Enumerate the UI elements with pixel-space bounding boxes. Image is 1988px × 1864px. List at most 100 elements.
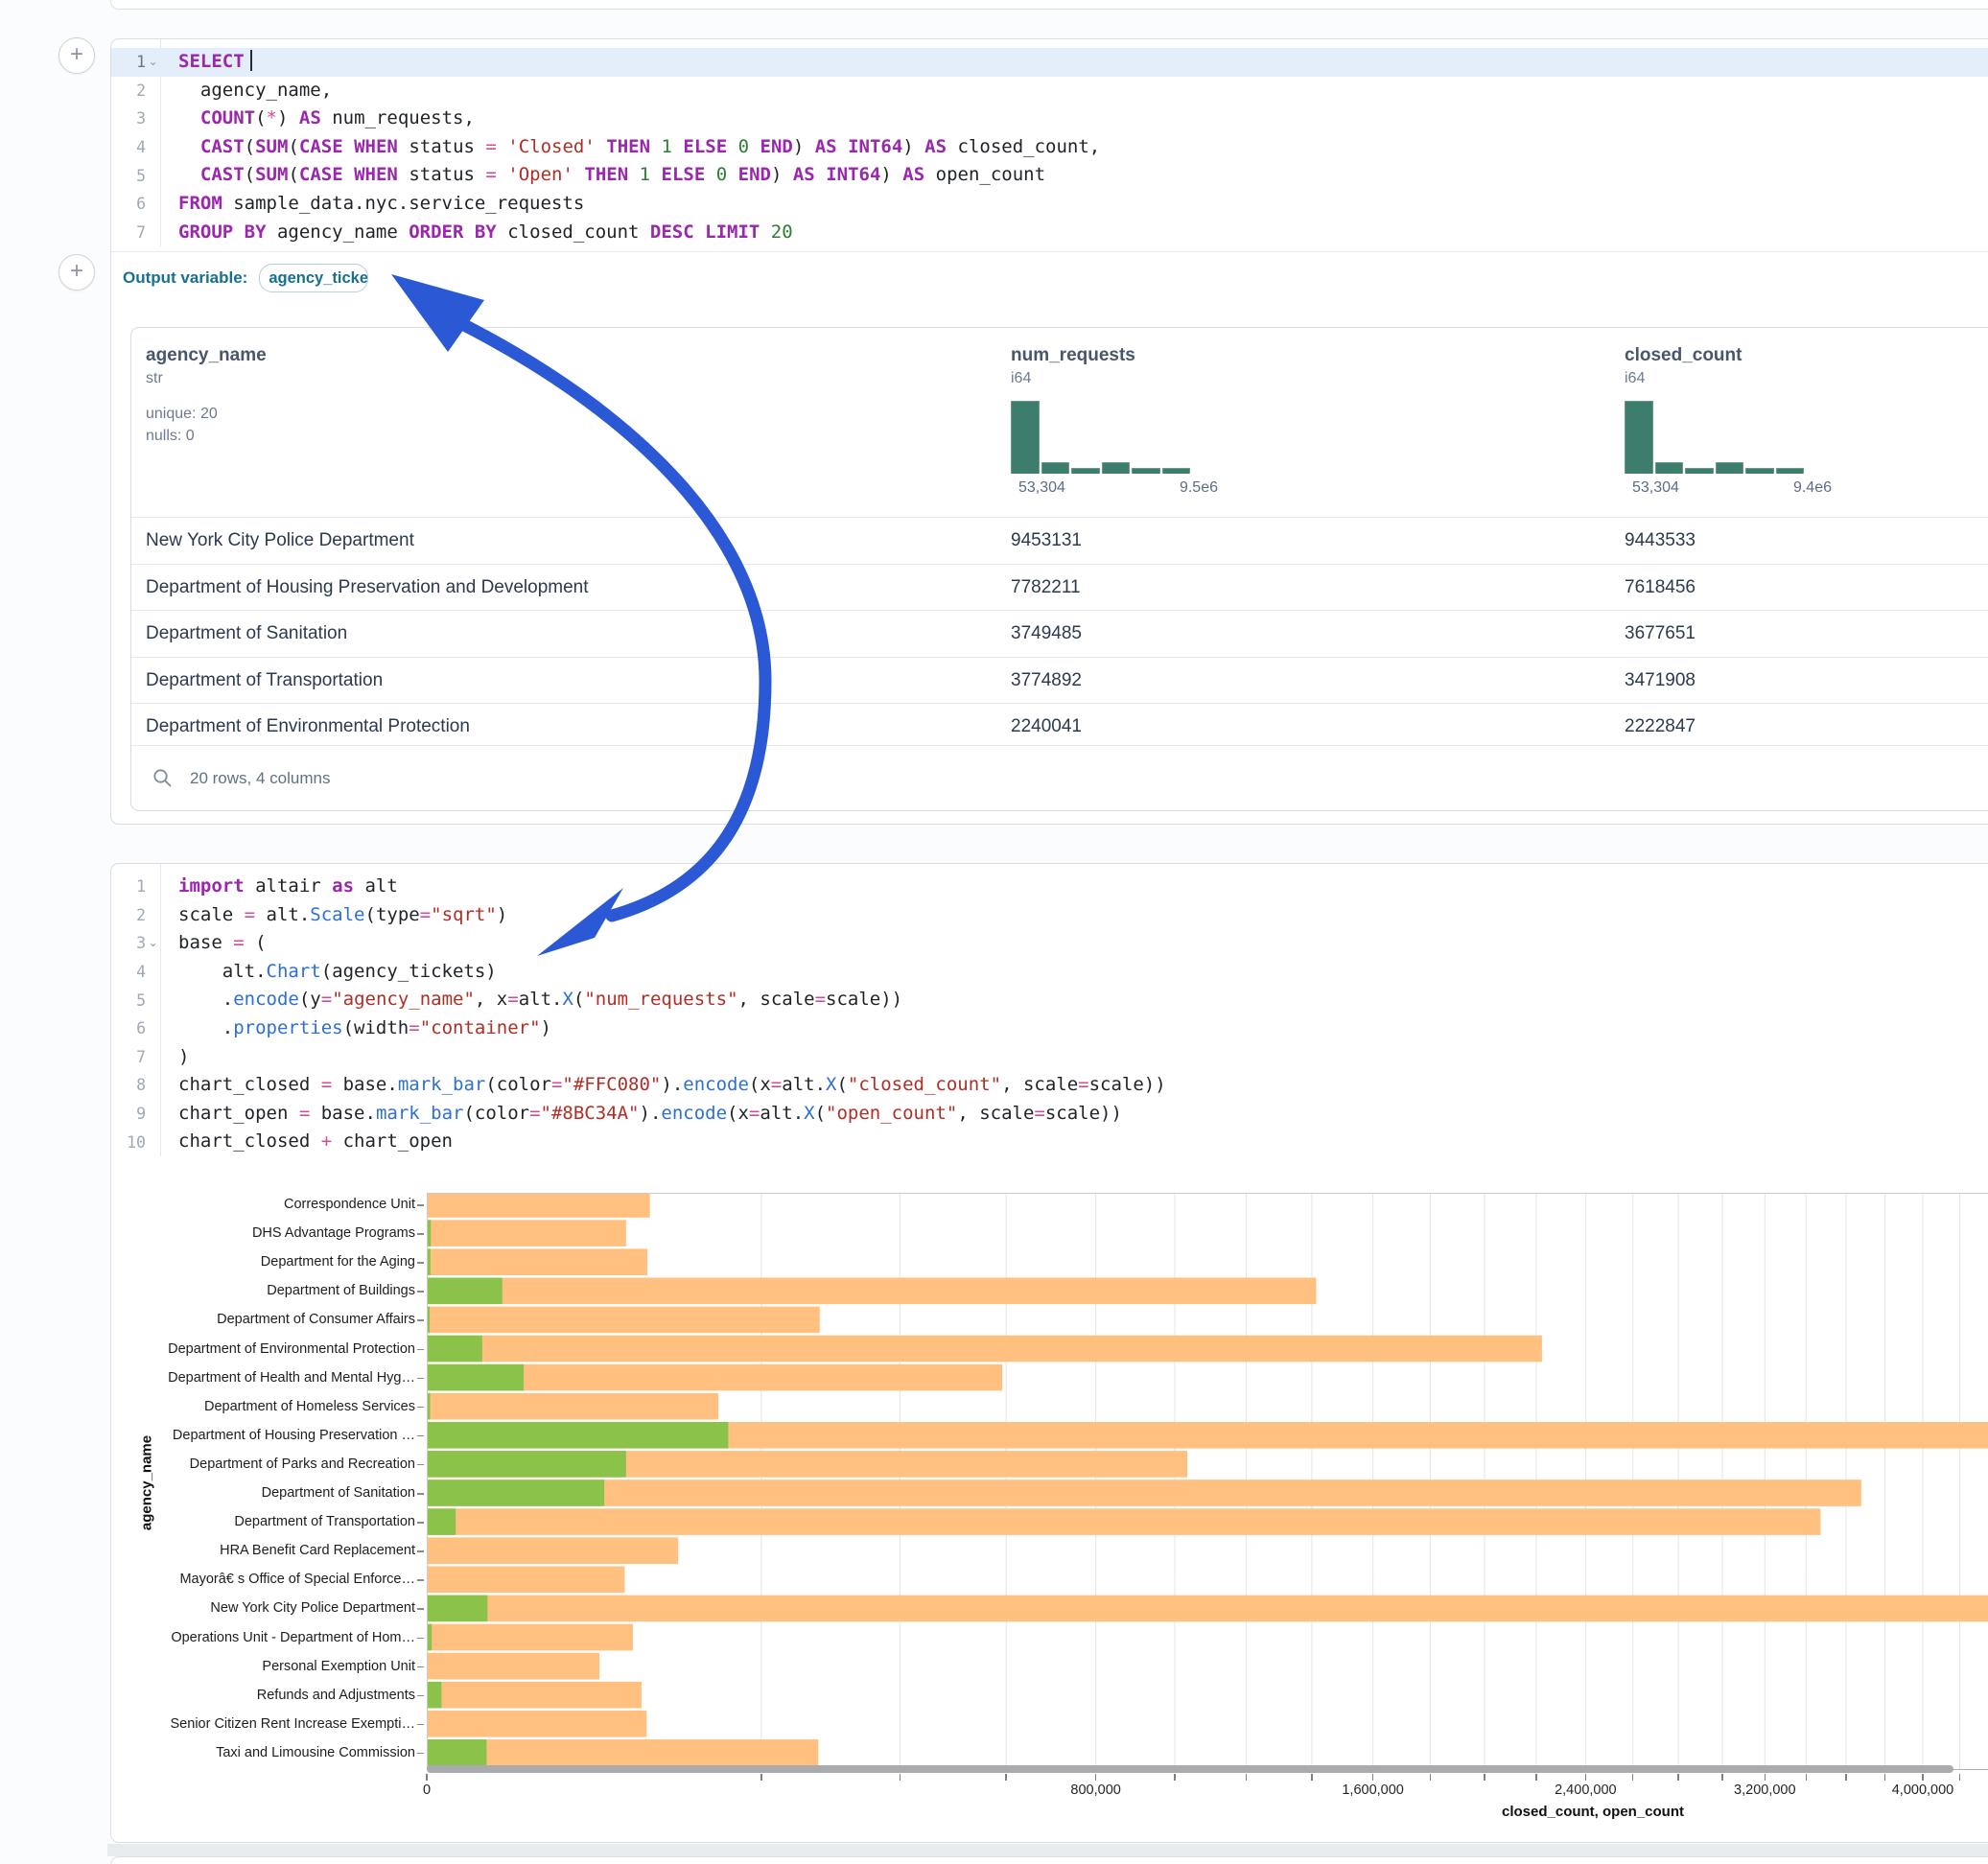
code-text: chart_open = base.mark_bar(color="#8BC34… (178, 1100, 1122, 1129)
y-axis-label: Personal Exemption Unit (111, 1658, 415, 1675)
add-cell-button-middle[interactable]: + (58, 254, 95, 291)
code-text: SELECT (178, 48, 252, 77)
closed-count-bar (427, 1682, 642, 1709)
y-axis-label: Refunds and Adjustments (111, 1687, 415, 1704)
y-axis-label: DHS Advantage Programs (111, 1224, 415, 1242)
column-type: str (146, 370, 267, 387)
y-axis-tick (417, 1522, 424, 1524)
cell-gap-band (107, 1844, 1988, 1856)
bar-chart-plot (427, 1193, 1988, 1770)
code-line[interactable]: 4 alt.Chart(agency_tickets) (111, 958, 1988, 987)
closed-count-bar (427, 1480, 1861, 1506)
open-count-bar (427, 1596, 487, 1622)
closed-count-bar (427, 1653, 599, 1680)
y-axis-tick (417, 1319, 424, 1321)
code-line[interactable]: 2 agency_name, (111, 77, 1988, 105)
x-axis-tick-label: 800,000 (1029, 1782, 1163, 1798)
table-row[interactable]: New York City Police Department945313194… (131, 517, 1988, 564)
fold-chevron-icon[interactable]: ⌄ (146, 929, 160, 958)
histogram-bar (1071, 468, 1100, 474)
code-line[interactable]: 1import altair as alt (111, 873, 1988, 901)
column-type: i64 (1011, 370, 1135, 387)
line-number: 6 (111, 195, 146, 213)
y-axis-tick (417, 1608, 424, 1610)
code-line[interactable]: 7) (111, 1043, 1988, 1072)
y-axis-tick (417, 1695, 424, 1697)
add-cell-button-top[interactable]: + (58, 37, 95, 74)
output-variable-row: Output variable: agency_tickets (123, 252, 368, 303)
y-axis-tick (417, 1204, 424, 1206)
code-line[interactable]: 2 scale = alt.Scale(type="sqrt") (111, 901, 1988, 930)
x-axis-tick (1845, 1774, 1846, 1781)
table-cell: 3677651 (1625, 611, 1696, 657)
x-axis-tick (1430, 1774, 1431, 1781)
code-line[interactable]: 7GROUP BY agency_name ORDER BY closed_co… (111, 219, 1988, 247)
code-line[interactable]: 6 .properties(width="container") (111, 1014, 1988, 1043)
chart-horizontal-scrollbar[interactable] (427, 1765, 1953, 1773)
table-footer: 20 rows, 4 columns (131, 745, 1988, 810)
y-axis-label: HRA Benefit Card Replacement (111, 1542, 415, 1559)
y-axis-label: Senior Citizen Rent Increase Exempti… (111, 1715, 415, 1733)
line-number: 7 (111, 223, 146, 242)
histogram-bar (1011, 401, 1040, 474)
table-row[interactable]: Department of Transportation377489234719… (131, 657, 1988, 704)
code-line[interactable]: 5 .encode(y="agency_name", x=alt.X("num_… (111, 986, 1988, 1014)
table-cell: 7618456 (1625, 565, 1696, 611)
column-type: i64 (1625, 370, 1742, 387)
y-axis-tick (417, 1638, 424, 1640)
code-text: scale = alt.Scale(type="sqrt") (178, 901, 507, 930)
y-axis-label: Mayorâ€ s Office of Special Enforce… (111, 1571, 415, 1588)
y-axis-tick (417, 1378, 424, 1380)
open-count-bar (427, 1480, 604, 1506)
python-code-editor[interactable]: 1import altair as alt 2 scale = alt.Scale(… (111, 864, 1988, 1156)
code-line[interactable]: 3 COUNT(*) AS num_requests, (111, 105, 1988, 133)
column-header-num-requests[interactable]: num_requests i64 (1011, 345, 1135, 387)
y-axis-label: Operations Unit - Department of Hom… (111, 1629, 415, 1646)
sql-code-editor[interactable]: 1⌄SELECT2 agency_name,3 COUNT(*) AS num_… (111, 39, 1988, 246)
histogram-bar (1685, 468, 1714, 474)
code-line[interactable]: 6FROM sample_data.nyc.service_requests (111, 190, 1988, 219)
histogram-bar (1162, 468, 1191, 474)
code-line[interactable]: 1⌄SELECT (111, 48, 1988, 77)
code-line[interactable]: 4 CAST(SUM(CASE WHEN status = 'Closed' T… (111, 133, 1988, 162)
code-line[interactable]: 10chart_closed + chart_open (111, 1128, 1988, 1156)
table-cell: 3774892 (1011, 658, 1082, 704)
x-axis-tick (1005, 1774, 1006, 1781)
x-axis-tick-label: 2,400,000 (1518, 1782, 1652, 1798)
column-header-closed-count[interactable]: closed_count i64 (1625, 345, 1742, 387)
table-cell: 2240041 (1011, 704, 1082, 750)
search-icon[interactable] (152, 768, 173, 788)
histogram-range-labels: 53,304 9.5e6 (1018, 479, 1218, 497)
x-axis-tick (1721, 1774, 1722, 1781)
table-cell: 9443533 (1625, 518, 1696, 564)
fold-chevron-icon[interactable]: ⌄ (146, 48, 160, 77)
y-axis-label: Department of Transportation (111, 1513, 415, 1530)
code-text: import altair as alt (178, 873, 398, 901)
y-axis-label: Department of Parks and Recreation (111, 1456, 415, 1473)
table-row[interactable]: Department of Housing Preservation and D… (131, 564, 1988, 611)
line-number: 2 (111, 906, 146, 924)
output-variable-pill[interactable]: agency_tickets (259, 264, 368, 292)
table-cell: 2222847 (1625, 704, 1696, 750)
code-line[interactable]: 8chart_closed = base.mark_bar(color="#FF… (111, 1071, 1988, 1100)
line-number: 8 (111, 1076, 146, 1094)
table-row[interactable]: Department of Environmental Protection22… (131, 703, 1988, 750)
column-header-agency-name[interactable]: agency_name str (146, 345, 267, 387)
code-text: .encode(y="agency_name", x=alt.X("num_re… (178, 986, 902, 1014)
code-line[interactable]: 3⌄base = ( (111, 929, 1988, 958)
line-number: 4 (111, 138, 146, 156)
line-number: 5 (111, 167, 146, 185)
y-axis-tick (417, 1291, 424, 1293)
code-text: agency_name, (178, 77, 332, 105)
open-count-bar (427, 1451, 626, 1478)
y-axis-tick (417, 1464, 424, 1466)
y-axis-label: Department of Consumer Affairs (111, 1311, 415, 1328)
code-line[interactable]: 5 CAST(SUM(CASE WHEN status = 'Open' THE… (111, 161, 1988, 190)
table-row[interactable]: Department of Sanitation37494853677651 (131, 610, 1988, 657)
line-number: 10 (111, 1133, 146, 1152)
x-axis-tick (1806, 1774, 1807, 1781)
y-axis-tick (417, 1579, 424, 1581)
code-line[interactable]: 9chart_open = base.mark_bar(color="#8BC3… (111, 1100, 1988, 1129)
y-axis-tick (417, 1493, 424, 1495)
closed-count-histogram (1625, 401, 1804, 474)
